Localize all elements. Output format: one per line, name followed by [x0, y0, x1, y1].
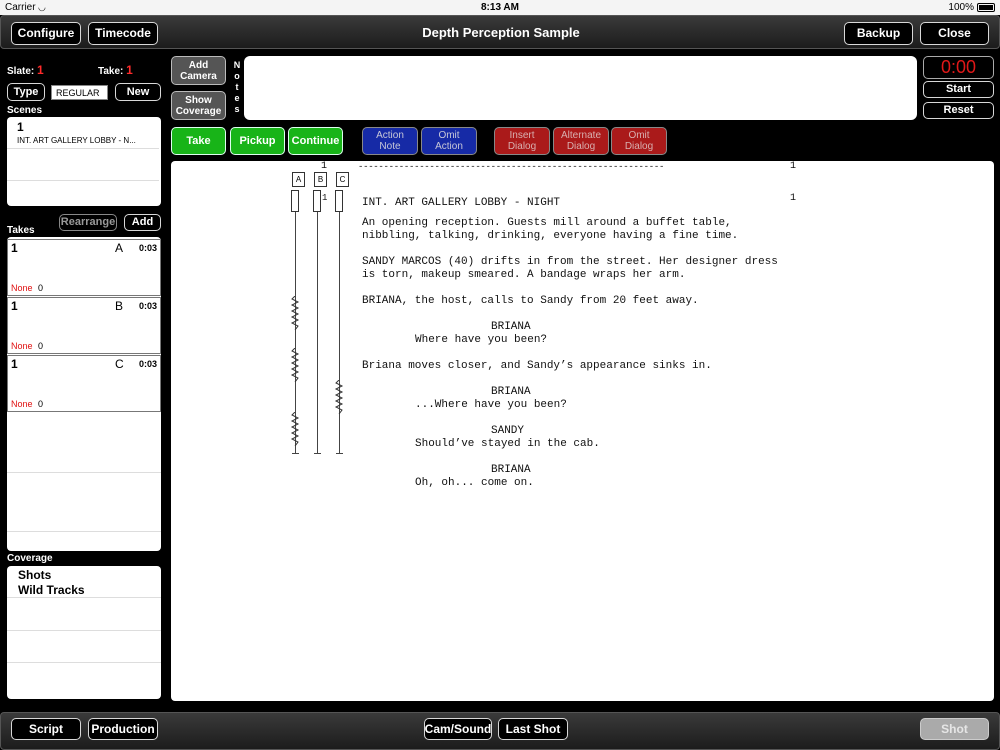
script-line: SANDY [491, 425, 525, 437]
alternate-dialog-button[interactable]: Alternate Dialog [553, 127, 609, 155]
continue-button[interactable]: Continue [288, 127, 343, 155]
rearrange-button[interactable]: Rearrange [59, 214, 117, 231]
slate-value: 1 [37, 63, 44, 77]
script-tab-button[interactable]: Script [11, 718, 81, 740]
script-line: Where have you been? [415, 334, 548, 346]
coverage-item-wild-tracks[interactable]: Wild Tracks [18, 583, 85, 597]
production-tab-button[interactable]: Production [88, 718, 158, 740]
show-coverage-button[interactable]: Show Coverage [171, 91, 226, 120]
backup-button[interactable]: Backup [844, 22, 913, 45]
script-line: An opening reception. Guests mill around… [362, 217, 732, 229]
script-line: BRIANA [491, 321, 531, 333]
take-camera: A [115, 241, 124, 255]
take-count: 0 [38, 283, 44, 293]
take-value: 1 [126, 63, 133, 77]
camera-a-squiggle [290, 412, 300, 446]
last-shot-button[interactable]: Last Shot [498, 718, 568, 740]
page-rule: ----------------------------------------… [358, 162, 665, 172]
add-camera-button[interactable]: Add Camera [171, 56, 226, 85]
camera-b-number: 1 [322, 193, 328, 203]
scene-number: 1 [17, 120, 24, 134]
scene-item[interactable]: 1 INT. ART GALLERY LOBBY - N... [7, 117, 159, 149]
camera-c-line [339, 212, 340, 453]
take-count: 0 [38, 341, 44, 351]
coverage-label: Coverage [7, 553, 53, 564]
coverage-list: Shots Wild Tracks [7, 566, 161, 699]
scene-heading: INT. ART GALLERY LOBBY - NIGHT [362, 197, 561, 209]
status-bar: Carrier ◡ 8:13 AM 100% [0, 0, 1000, 15]
take-button[interactable]: Take [171, 127, 226, 155]
takes-label: Takes [7, 225, 35, 236]
notes-label: Notes [233, 60, 241, 114]
take-circle-status: None [11, 283, 33, 293]
slate-label: Slate: 1 [7, 63, 44, 77]
timecode-button[interactable]: Timecode [88, 22, 158, 45]
take-duration: 0:03 [138, 301, 157, 311]
script-line: Briana moves closer, and Sandy’s appeara… [362, 360, 712, 372]
new-button[interactable]: New [115, 83, 161, 101]
battery-percent: 100% [948, 2, 974, 13]
camera-a-squiggle [290, 296, 300, 330]
add-take-button[interactable]: Add [124, 214, 161, 231]
scene-empty-row [7, 149, 159, 181]
camera-a-handle[interactable] [291, 190, 299, 212]
take-duration: 0:03 [138, 359, 157, 369]
take-number: 1 [11, 299, 18, 313]
script-line: BRIANA [491, 464, 531, 476]
type-field[interactable]: REGULAR [51, 85, 108, 100]
omit-action-button[interactable]: Omit Action [421, 127, 477, 155]
camera-b-line [317, 212, 318, 453]
take-card[interactable]: 1 C 0:03 None 0 [7, 355, 161, 412]
scene-heading-number: 1 [790, 193, 797, 204]
camera-b-handle[interactable] [313, 190, 321, 212]
take-number: 1 [11, 357, 18, 371]
configure-button[interactable]: Configure [11, 22, 81, 45]
scene-name: INT. ART GALLERY LOBBY - N... [17, 136, 136, 145]
pickup-button[interactable]: Pickup [230, 127, 285, 155]
start-button[interactable]: Start [923, 81, 994, 98]
script-line: BRIANA, the host, calls to Sandy from 20… [362, 295, 699, 307]
scenes-list: 1 INT. ART GALLERY LOBBY - N... [7, 117, 161, 206]
camera-a-marker[interactable]: A [292, 172, 305, 187]
take-label: Take: 1 [98, 63, 133, 77]
take-camera: B [115, 299, 124, 313]
script-line: ...Where have you been? [415, 399, 567, 411]
insert-dialog-button[interactable]: Insert Dialog [494, 127, 550, 155]
take-circle-status: None [11, 399, 33, 409]
battery-icon [977, 3, 995, 12]
scene-empty-row [7, 181, 159, 206]
coverage-item-shots[interactable]: Shots [18, 568, 51, 582]
clock: 8:13 AM [481, 2, 519, 13]
rule-number: 1 [790, 161, 797, 172]
omit-dialog-button[interactable]: Omit Dialog [611, 127, 667, 155]
take-card[interactable]: 1 A 0:03 None 0 [7, 239, 161, 296]
type-button[interactable]: Type [7, 83, 45, 101]
script-line: Oh, oh... come on. [415, 477, 534, 489]
script-page[interactable]: 1 --------------------------------------… [171, 161, 994, 701]
take-circle-status: None [11, 341, 33, 351]
take-count: 0 [38, 399, 44, 409]
cam-sound-button[interactable]: Cam/Sound [424, 718, 492, 740]
take-duration: 0:03 [138, 243, 157, 253]
take-card[interactable]: 1 B 0:03 None 0 [7, 297, 161, 354]
script-line: BRIANA [491, 386, 531, 398]
script-line: nibbling, talking, drinking, everyone ha… [362, 230, 739, 242]
script-line: Should’ve stayed in the cab. [415, 438, 600, 450]
camera-c-marker[interactable]: C [336, 172, 349, 187]
notes-textarea[interactable] [244, 56, 917, 120]
action-note-button[interactable]: Action Note [362, 127, 418, 155]
take-camera: C [115, 357, 124, 371]
reset-button[interactable]: Reset [923, 102, 994, 119]
script-line: is torn, makeup smeared. A bandage wraps… [362, 269, 686, 281]
scenes-label: Scenes [7, 105, 43, 116]
camera-c-squiggle [334, 380, 344, 414]
take-number: 1 [11, 241, 18, 255]
timer-display: 0:00 [923, 56, 994, 79]
camera-c-handle[interactable] [335, 190, 343, 212]
close-button[interactable]: Close [920, 22, 989, 45]
shot-button[interactable]: Shot [920, 718, 989, 740]
script-line: SANDY MARCOS (40) drifts in from the str… [362, 256, 778, 268]
camera-a-squiggle [290, 348, 300, 382]
camera-b-marker[interactable]: B [314, 172, 327, 187]
